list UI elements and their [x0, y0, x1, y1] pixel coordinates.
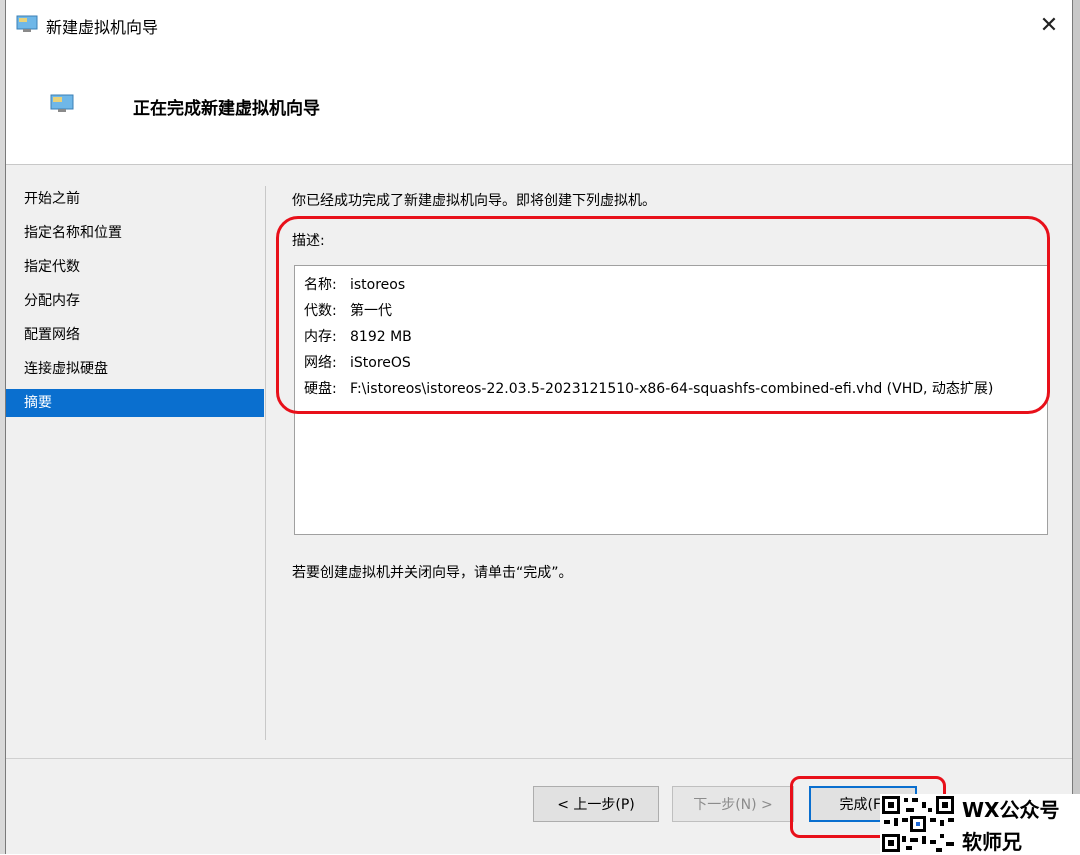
sidebar-item-generation[interactable]: 指定代数 — [6, 253, 264, 287]
summary-value: 第一代 — [350, 303, 392, 319]
previous-button[interactable]: < 上一步(P) — [533, 786, 659, 822]
summary-row-hard-disk: 硬盘: F:\istoreos\istoreos-22.03.5-20231215… — [304, 376, 1047, 402]
summary-row-name: 名称: istoreos — [304, 272, 1047, 298]
summary-row-memory: 内存: 8192 MB — [304, 324, 1047, 350]
summary-label: 名称: — [304, 277, 337, 293]
summary-value: F:\istoreos\istoreos-22.03.5-2023121510-… — [350, 381, 994, 397]
background-window-edge-right — [1073, 0, 1080, 854]
wizard-steps-sidebar: 开始之前 指定名称和位置 指定代数 分配内存 配置网络 连接虚拟硬盘 摘要 — [6, 185, 264, 417]
sidebar-item-virtual-hard-disk[interactable]: 连接虚拟硬盘 — [6, 355, 264, 389]
next-button[interactable]: 下一步(N) > — [672, 786, 794, 822]
wizard-header: 正在完成新建虚拟机向导 — [6, 50, 1072, 165]
qr-code-icon — [880, 794, 956, 854]
window-title: 新建虚拟机向导 — [46, 18, 159, 37]
sidebar-item-networking[interactable]: 配置网络 — [6, 321, 264, 355]
summary-label: 内存: — [304, 329, 337, 345]
summary-value: iStoreOS — [350, 355, 411, 371]
intro-text: 你已经成功完成了新建虚拟机向导。即将创建下列虚拟机。 — [292, 193, 656, 209]
description-label: 描述: — [292, 233, 325, 249]
summary-label: 代数: — [304, 303, 337, 319]
sidebar-divider — [265, 186, 266, 740]
summary-row-network: 网络: iStoreOS — [304, 350, 1047, 376]
summary-label: 硬盘: — [304, 381, 337, 397]
sidebar-item-name-and-location[interactable]: 指定名称和位置 — [6, 219, 264, 253]
close-icon: ✕ — [1039, 12, 1059, 38]
sidebar-item-memory[interactable]: 分配内存 — [6, 287, 264, 321]
virtual-machine-icon — [16, 15, 38, 32]
instruction-text: 若要创建虚拟机并关闭向导，请单击“完成”。 — [292, 565, 573, 581]
watermark: WX公众号 软师兄 — [880, 794, 1080, 854]
sidebar-item-before-you-begin[interactable]: 开始之前 — [6, 185, 264, 219]
summary-label: 网络: — [304, 355, 337, 371]
page-title: 正在完成新建虚拟机向导 — [133, 99, 320, 119]
virtual-machine-icon — [50, 94, 74, 112]
summary-row-generation: 代数: 第一代 — [304, 298, 1047, 324]
summary-value: istoreos — [350, 277, 406, 293]
watermark-line-1: WX公众号 — [962, 798, 1060, 822]
summary-textbox[interactable]: 名称: istoreos 代数: 第一代 内存: 8192 MB 网络: iStoreO… — [294, 265, 1048, 535]
footer-divider — [6, 758, 1072, 759]
title-bar[interactable]: 新建虚拟机向导 ✕ — [6, 0, 1072, 50]
sidebar-item-summary[interactable]: 摘要 — [6, 389, 264, 417]
summary-value: 8192 MB — [350, 329, 412, 345]
watermark-line-2: 软师兄 — [962, 830, 1022, 854]
new-vm-wizard-window: 新建虚拟机向导 ✕ 正在完成新建虚拟机向导 开始之前 指定名称和位置 指定代数 … — [5, 0, 1073, 854]
close-button[interactable]: ✕ — [1026, 0, 1072, 50]
